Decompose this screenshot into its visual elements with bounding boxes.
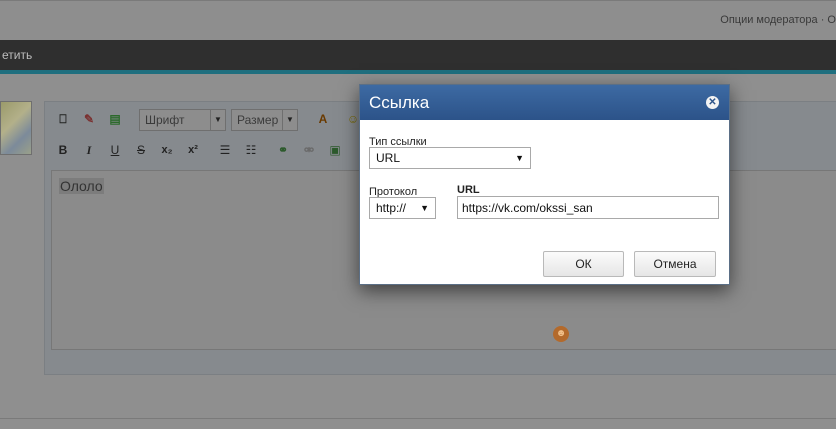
chevron-down-icon: ▼ <box>282 110 297 130</box>
moderator-options-link[interactable]: Опции модератора · О <box>720 14 836 26</box>
font-select[interactable]: Шрифт ▼ <box>139 109 226 131</box>
strike-icon[interactable]: S <box>133 142 149 158</box>
source-icon[interactable]: ⎕ <box>55 111 71 127</box>
dialog-header: Ссылка ✕ <box>360 85 729 120</box>
page-header: Опции модератора · О <box>0 0 836 41</box>
unlink-icon[interactable]: ⚮ <box>301 142 317 158</box>
link-type-select[interactable]: URL ▼ <box>369 147 531 169</box>
link-type-value: URL <box>376 151 401 165</box>
size-select-label: Размер <box>237 113 279 127</box>
eraser-icon[interactable]: ✎ <box>81 111 97 127</box>
bold-icon[interactable]: B <box>55 142 71 158</box>
nav-bar: етить <box>0 40 836 70</box>
mascot-icon: ☻ <box>553 326 569 342</box>
chevron-down-icon: ▼ <box>420 203 429 213</box>
bulleted-list-icon[interactable]: ☷ <box>243 142 259 158</box>
numbered-list-icon[interactable]: ☰ <box>217 142 233 158</box>
link-icon[interactable]: ⚭ <box>275 142 291 158</box>
link-dialog: Ссылка ✕ Тип ссылки URL ▼ Протокол http:… <box>359 84 730 285</box>
image-icon[interactable]: ▣ <box>327 142 343 158</box>
underline-icon[interactable]: U <box>107 142 123 158</box>
chevron-down-icon: ▼ <box>210 110 225 130</box>
nav-item[interactable]: етить <box>2 48 32 62</box>
size-select[interactable]: Размер ▼ <box>231 109 298 131</box>
divider <box>0 418 836 419</box>
url-label: URL <box>457 184 480 196</box>
italic-icon[interactable]: I <box>81 142 97 158</box>
cancel-button[interactable]: Отмена <box>634 251 716 277</box>
template-icon[interactable]: ▤ <box>107 111 123 127</box>
dialog-title: Ссылка <box>369 93 430 112</box>
text-color-icon[interactable]: A <box>315 111 331 127</box>
protocol-select[interactable]: http:// ▼ <box>369 197 436 219</box>
protocol-value: http:// <box>376 201 407 215</box>
font-select-label: Шрифт <box>145 113 185 127</box>
url-input[interactable] <box>457 196 719 219</box>
close-icon[interactable]: ✕ <box>706 96 719 109</box>
ok-button[interactable]: ОК <box>543 251 624 277</box>
editor-content-text: Ололо <box>59 178 104 194</box>
avatar <box>0 101 32 155</box>
superscript-icon[interactable]: x² <box>185 142 201 158</box>
chevron-down-icon: ▼ <box>515 153 524 163</box>
subscript-icon[interactable]: x₂ <box>159 142 175 158</box>
